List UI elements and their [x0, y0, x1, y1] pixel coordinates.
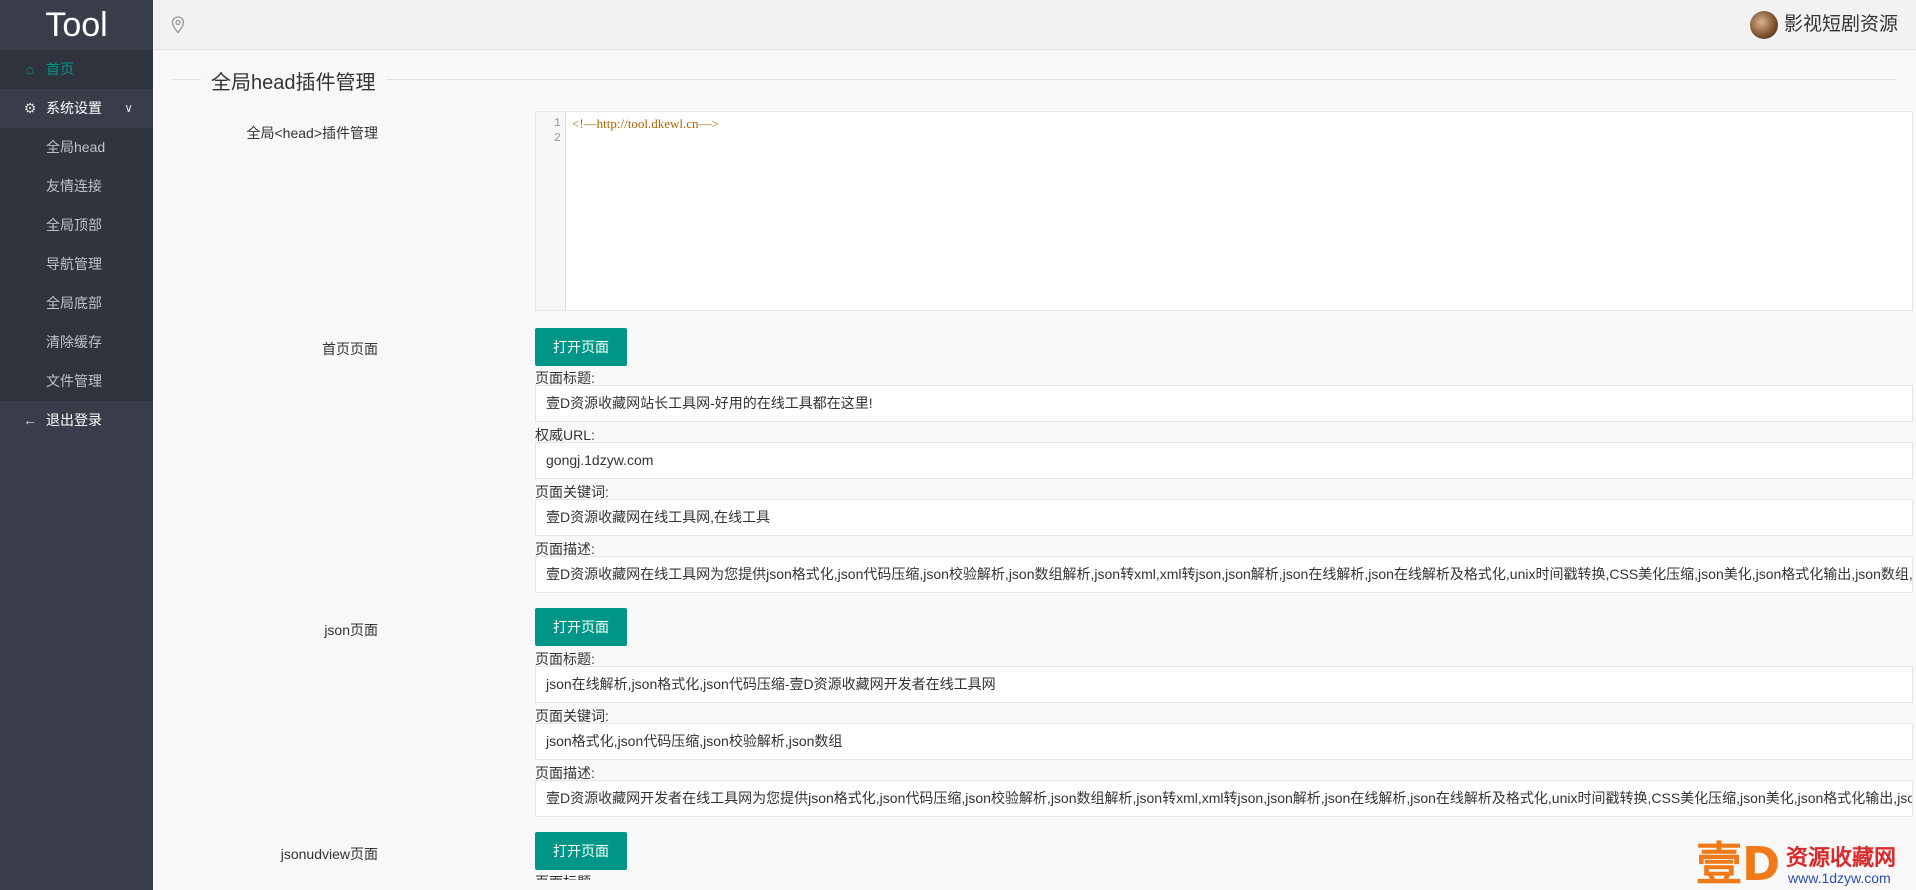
location-pin-icon[interactable] [171, 16, 185, 34]
editor-code-line[interactable]: <!—http://tool.dkewl.cn—> [572, 116, 719, 131]
sidebar-subitem-global-top[interactable]: 全局顶部 [0, 206, 153, 245]
jsonudview-page-label: jsonudview页面 [280, 846, 378, 862]
watermark-big-text: 壹D [1696, 837, 1781, 890]
sidebar-subitem-global-head[interactable]: 全局head [0, 128, 153, 167]
settings-submenu: 全局head 友情连接 全局顶部 导航管理 全局底部 清除缓存 文件管理 [0, 128, 153, 401]
legend-line [171, 79, 1896, 80]
line-number: 1 [553, 116, 561, 130]
line-number: 2 [553, 131, 561, 145]
sidebar: Tool ⌂ 首页 ⚙ 系统设置 ∨ 全局head 友情连接 全局顶部 导航管理 全… [0, 0, 153, 890]
user-menu[interactable]: 影视短剧资源 [1749, 10, 1898, 40]
head-plugin-label: 全局<head>插件管理 [246, 125, 379, 141]
home-desc-input[interactable]: 壹D资源收藏网在线工具网为您提供json格式化,json代码压缩,json校验解… [535, 556, 1913, 593]
jsonudview-title-label: 页面标题 [535, 872, 591, 880]
top-header: 影视短剧资源 [153, 0, 1916, 50]
sidebar-item-settings[interactable]: ⚙ 系统设置 ∨ [0, 89, 153, 128]
sidebar-subitem-file-manage[interactable]: 文件管理 [0, 362, 153, 401]
user-name: 影视短剧资源 [1783, 14, 1898, 35]
app-logo: Tool [45, 6, 108, 44]
sidebar-subitem-nav-manage[interactable]: 导航管理 [0, 245, 153, 284]
watermark-logo: 壹D 资源收藏网 www.1dzyw.com [1696, 838, 1916, 890]
arrow-left-icon: ← [23, 412, 37, 428]
sidebar-item-home[interactable]: ⌂ 首页 [0, 50, 153, 89]
sidebar-item-label: 系统设置 [46, 100, 102, 116]
sidebar-subitem-friend-links[interactable]: 友情连接 [0, 167, 153, 206]
json-page-label: json页面 [324, 622, 378, 638]
home-icon: ⌂ [25, 61, 35, 77]
watermark-site-name: 资源收藏网 [1786, 845, 1897, 870]
sidebar-item-logout[interactable]: ← 退出登录 [0, 401, 153, 440]
home-page-label: 首页页面 [322, 341, 378, 357]
watermark-url: www.1dzyw.com [1788, 870, 1891, 886]
home-title-input[interactable]: 壹D资源收藏网站长工具网-好用的在线工具都在这里! [535, 385, 1913, 422]
chevron-down-icon: ∨ [124, 101, 133, 115]
sidebar-subitem-clear-cache[interactable]: 清除缓存 [0, 323, 153, 362]
editor-gutter: 1 2 [536, 112, 566, 310]
json-desc-input[interactable]: 壹D资源收藏网开发者在线工具网为您提供json格式化,json代码压缩,json… [535, 780, 1913, 817]
json-title-input[interactable]: json在线解析,json格式化,json代码压缩-壹D资源收藏网开发者在线工具… [535, 666, 1913, 703]
sidebar-item-label: 首页 [46, 61, 74, 77]
json-keywords-input[interactable]: json格式化,json代码压缩,json校验解析,json数组 [535, 723, 1913, 760]
main-content: 全局head插件管理 全局<head>插件管理 1 2 <!—http://to… [153, 50, 1916, 890]
avatar [1749, 11, 1778, 39]
open-home-page-button[interactable]: 打开页面 [535, 328, 627, 366]
open-jsonudview-page-button[interactable]: 打开页面 [535, 832, 627, 870]
open-json-page-button[interactable]: 打开页面 [535, 608, 627, 646]
sidebar-subitem-global-bottom[interactable]: 全局底部 [0, 284, 153, 323]
sidebar-item-label: 退出登录 [46, 412, 102, 428]
home-keywords-input[interactable]: 壹D资源收藏网在线工具网,在线工具 [535, 499, 1913, 536]
head-code-editor[interactable]: 1 2 <!—http://tool.dkewl.cn—> [535, 111, 1913, 311]
gear-icon: ⚙ [23, 100, 37, 116]
page-title: 全局head插件管理 [201, 66, 386, 95]
home-url-input[interactable]: gongj.1dzyw.com [535, 442, 1913, 479]
